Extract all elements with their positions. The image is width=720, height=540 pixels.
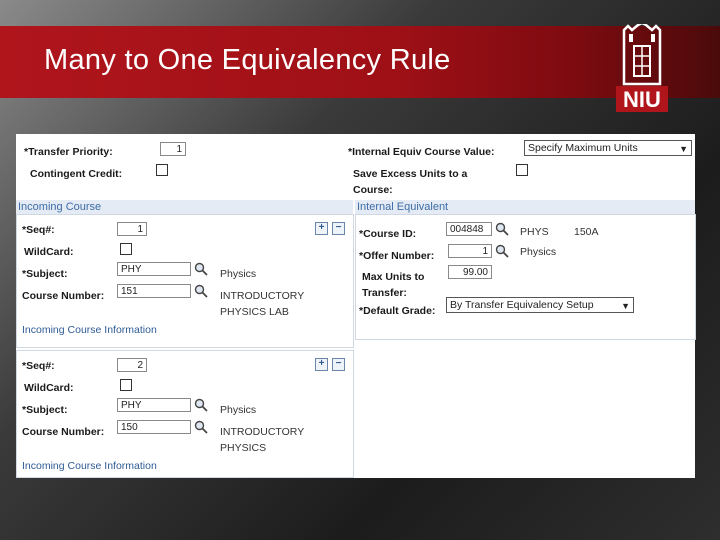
wildcard-label: WildCard: <box>24 382 74 394</box>
course-catalog-text: 150A <box>574 226 599 238</box>
chevron-down-icon: ▼ <box>621 301 630 311</box>
incoming-course-header: Incoming Course <box>16 200 353 214</box>
subject-input[interactable]: PHY <box>117 398 191 412</box>
subject-label: *Subject: <box>22 404 68 416</box>
max-units-label: Max Units to <box>362 271 425 283</box>
slide-title: Many to One Equivalency Rule <box>44 44 451 76</box>
course-subject-text: PHYS <box>520 226 549 238</box>
logo-text: NIU <box>623 87 661 112</box>
course-number-label: Course Number: <box>22 426 105 438</box>
course-id-lookup-magnifier-icon[interactable] <box>495 222 509 236</box>
transfer-priority-input[interactable]: 1 <box>160 142 186 156</box>
delete-row-minus-icon[interactable]: − <box>332 358 345 371</box>
internal-equivalent-header: Internal Equivalent <box>355 200 695 214</box>
save-excess-label-cont: Course: <box>353 184 393 196</box>
incoming-course-info-link[interactable]: Incoming Course Information <box>22 324 157 336</box>
niu-logo: NIU <box>616 24 668 112</box>
screenshot-panel: *Transfer Priority: 1 Contingent Credit:… <box>16 134 696 478</box>
incoming-course-info-link[interactable]: Incoming Course Information <box>22 460 157 472</box>
save-excess-checkbox[interactable] <box>516 164 528 176</box>
wildcard-label: WildCard: <box>24 246 74 258</box>
course-description: INTRODUCTORY <box>220 290 305 302</box>
internal-equiv-value: Specify Maximum Units <box>528 142 638 154</box>
course-description-cont: PHYSICS <box>220 442 267 454</box>
course-lookup-magnifier-icon[interactable] <box>194 284 208 298</box>
seq-input[interactable]: 1 <box>117 222 147 236</box>
max-units-input[interactable]: 99.00 <box>448 265 492 279</box>
internal-equiv-select[interactable]: Specify Maximum Units ▼ <box>524 140 692 156</box>
contingent-credit-checkbox[interactable] <box>156 164 168 176</box>
internal-equiv-label: *Internal Equiv Course Value: <box>348 146 495 158</box>
course-number-input[interactable]: 151 <box>117 284 191 298</box>
add-row-plus-icon[interactable]: + <box>315 358 328 371</box>
offer-number-lookup-magnifier-icon[interactable] <box>495 244 509 258</box>
default-grade-select[interactable]: By Transfer Equivalency Setup ▼ <box>446 297 634 313</box>
delete-row-minus-icon[interactable]: − <box>332 222 345 235</box>
course-description: INTRODUCTORY <box>220 426 305 438</box>
default-grade-label: *Default Grade: <box>359 305 436 317</box>
seq-label: *Seq#: <box>22 224 55 236</box>
max-units-label-cont: Transfer: <box>362 287 407 299</box>
course-number-label: Course Number: <box>22 290 105 302</box>
course-description-cont: PHYSICS LAB <box>220 306 289 318</box>
subject-description: Physics <box>220 268 257 280</box>
subject-input[interactable]: PHY <box>117 262 191 276</box>
add-row-plus-icon[interactable]: + <box>315 222 328 235</box>
wildcard-checkbox[interactable] <box>120 379 132 391</box>
default-grade-value: By Transfer Equivalency Setup <box>450 299 594 311</box>
chevron-down-icon: ▼ <box>679 144 688 154</box>
subject-lookup-magnifier-icon[interactable] <box>194 398 208 412</box>
transfer-priority-label: *Transfer Priority: <box>24 146 113 158</box>
course-lookup-magnifier-icon[interactable] <box>194 420 208 434</box>
offer-description: Physics <box>520 246 557 258</box>
course-number-input[interactable]: 150 <box>117 420 191 434</box>
offer-number-input[interactable]: 1 <box>448 244 492 258</box>
contingent-credit-label: Contingent Credit: <box>30 168 123 180</box>
seq-input[interactable]: 2 <box>117 358 147 372</box>
save-excess-label: Save Excess Units to a <box>353 168 468 180</box>
course-id-label: *Course ID: <box>359 228 417 240</box>
seq-label: *Seq#: <box>22 360 55 372</box>
course-id-input[interactable]: 004848 <box>446 222 492 236</box>
subject-label: *Subject: <box>22 268 68 280</box>
offer-number-label: *Offer Number: <box>359 250 435 262</box>
subject-lookup-magnifier-icon[interactable] <box>194 262 208 276</box>
subject-description: Physics <box>220 404 257 416</box>
wildcard-checkbox[interactable] <box>120 243 132 255</box>
